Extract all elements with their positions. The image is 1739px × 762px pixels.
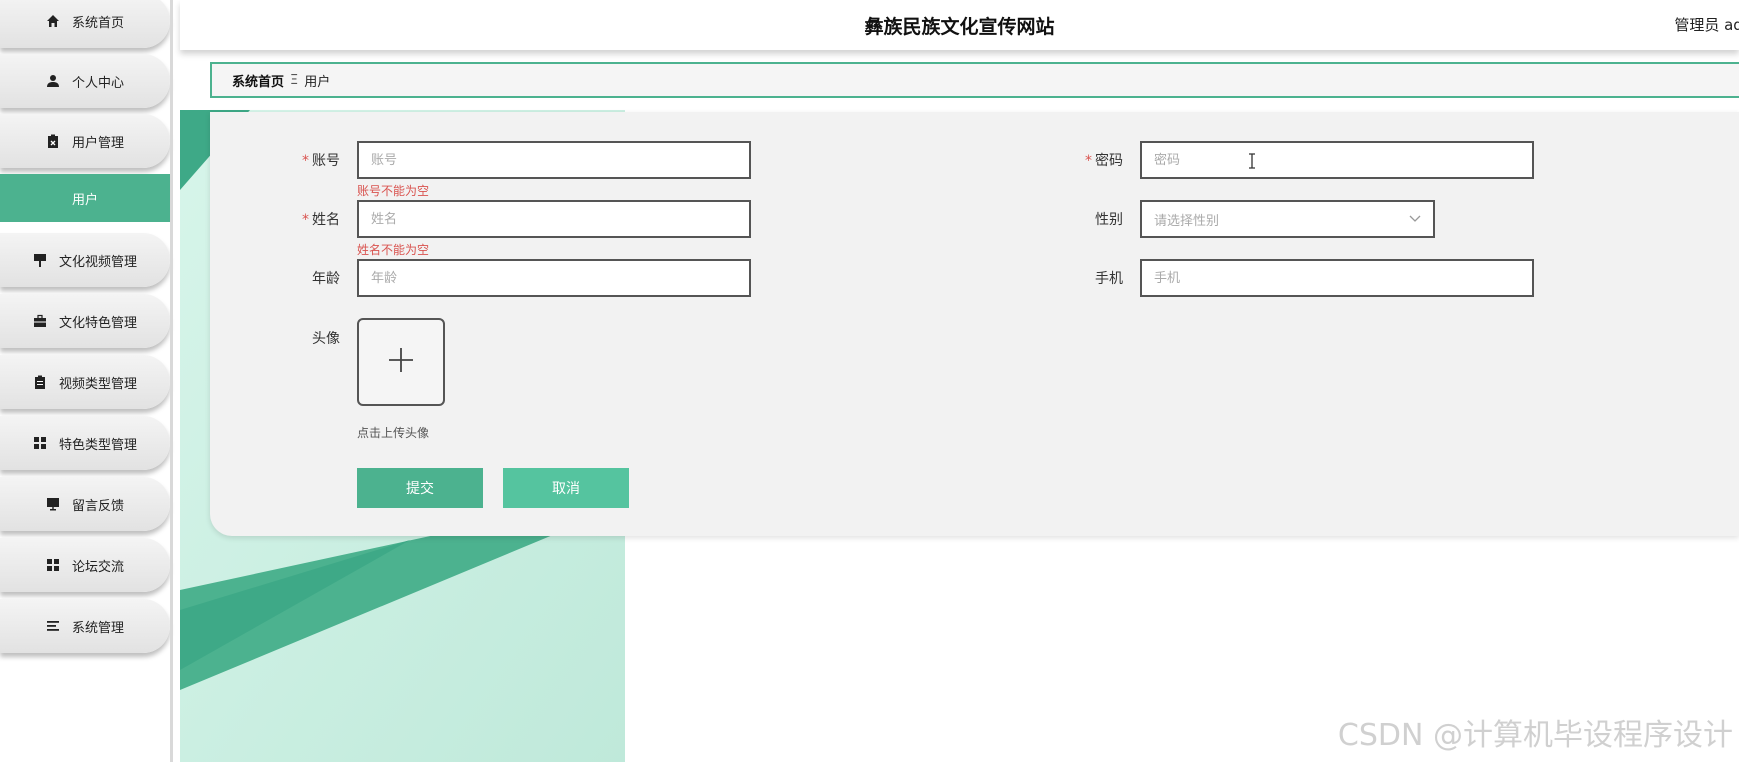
account-input[interactable]	[357, 141, 751, 179]
sidebar-item-label: 个人中心	[71, 75, 124, 91]
password-input[interactable]	[1140, 141, 1534, 179]
account-label: * 账号	[302, 153, 340, 169]
sidebar-item-label: 文化视频管理	[58, 254, 137, 270]
sidebar-item-label: 视频类型管理	[58, 376, 137, 392]
sidebar-item-label: 论坛交流	[71, 559, 124, 575]
required-mark: *	[302, 153, 309, 169]
gender-label: 性别	[1095, 212, 1123, 228]
sidebar-item-label: 用户	[71, 192, 98, 208]
menu-icon	[46, 619, 60, 633]
text-cursor-icon	[1249, 153, 1255, 169]
site-title: 彝族民族文化宣传网站	[864, 16, 1055, 38]
avatar-upload-hint: 点击上传头像	[357, 426, 430, 440]
account-error: 账号不能为空	[357, 184, 430, 198]
grid-icon	[33, 436, 47, 450]
sidebar-item-user[interactable]: 用户	[0, 174, 170, 222]
sidebar-item-label: 文化特色管理	[58, 315, 137, 331]
sidebar-item-label: 系统首页	[71, 15, 124, 31]
sidebar-item-user-management[interactable]: 用户管理	[0, 114, 170, 168]
watermark: CSDN @计算机毕设程序设计	[1337, 718, 1733, 753]
phone-input[interactable]	[1140, 259, 1534, 297]
avatar-upload[interactable]	[357, 318, 445, 406]
sidebar-item-culture-feature[interactable]: 文化特色管理	[0, 294, 170, 348]
name-label: * 姓名	[302, 212, 340, 228]
sidebar-item-profile[interactable]: 个人中心	[0, 54, 170, 108]
breadcrumb: 系统首页 Ξ 用户	[210, 62, 1739, 98]
clipboard-list-icon	[33, 375, 47, 389]
required-mark: *	[1085, 153, 1092, 169]
home-icon	[46, 14, 60, 28]
sidebar-item-label: 系统管理	[71, 620, 124, 636]
sidebar-item-culture-video[interactable]: 文化视频管理	[0, 233, 170, 287]
gender-select[interactable]: 请选择性别	[1140, 200, 1435, 238]
password-label: * 密码	[1085, 153, 1123, 169]
sign-icon	[33, 253, 47, 267]
name-input[interactable]	[357, 200, 751, 238]
submit-button[interactable]: 提交	[357, 468, 483, 508]
avatar-label: 头像	[312, 331, 340, 347]
top-header: 彝族民族文化宣传网站 管理员 adr	[180, 0, 1739, 50]
person-icon	[46, 74, 60, 88]
sidebar-item-label: 特色类型管理	[58, 437, 137, 453]
sidebar-item-label: 留言反馈	[71, 498, 124, 514]
sidebar: 系统首页 个人中心 用户管理 用户 文化视频管理 文化特色管理 视频类型管理 特…	[0, 0, 175, 762]
required-mark: *	[302, 212, 309, 228]
breadcrumb-separator: Ξ	[290, 72, 299, 88]
sidebar-item-system[interactable]: 系统管理	[0, 599, 170, 653]
phone-label: 手机	[1095, 271, 1123, 287]
sidebar-item-forum[interactable]: 论坛交流	[0, 538, 170, 592]
sidebar-divider	[170, 0, 173, 762]
plus-icon	[387, 346, 415, 378]
clipboard-icon	[46, 134, 60, 148]
chevron-down-icon	[1409, 212, 1421, 227]
breadcrumb-current: 用户	[304, 74, 331, 90]
briefcase-icon	[33, 314, 47, 328]
sidebar-item-feedback[interactable]: 留言反馈	[0, 477, 170, 531]
age-input[interactable]	[357, 259, 751, 297]
sidebar-item-label: 用户管理	[71, 135, 124, 151]
sidebar-item-feature-type[interactable]: 特色类型管理	[0, 416, 170, 470]
age-label: 年龄	[312, 271, 340, 287]
monitor-icon	[46, 497, 60, 511]
user-form: *账号 账号不能为空 *密码 *姓名 姓名不能为空 性别 请选择性别 年龄 手机…	[210, 112, 1739, 536]
grid-icon	[46, 558, 60, 572]
user-info[interactable]: 管理员 adr	[1674, 14, 1739, 35]
cancel-button[interactable]: 取消	[503, 468, 629, 508]
name-error: 姓名不能为空	[357, 243, 430, 257]
breadcrumb-home[interactable]: 系统首页	[232, 71, 284, 90]
sidebar-item-home[interactable]: 系统首页	[0, 0, 170, 48]
gender-select-placeholder: 请选择性别	[1154, 213, 1220, 229]
sidebar-item-video-type[interactable]: 视频类型管理	[0, 355, 170, 409]
